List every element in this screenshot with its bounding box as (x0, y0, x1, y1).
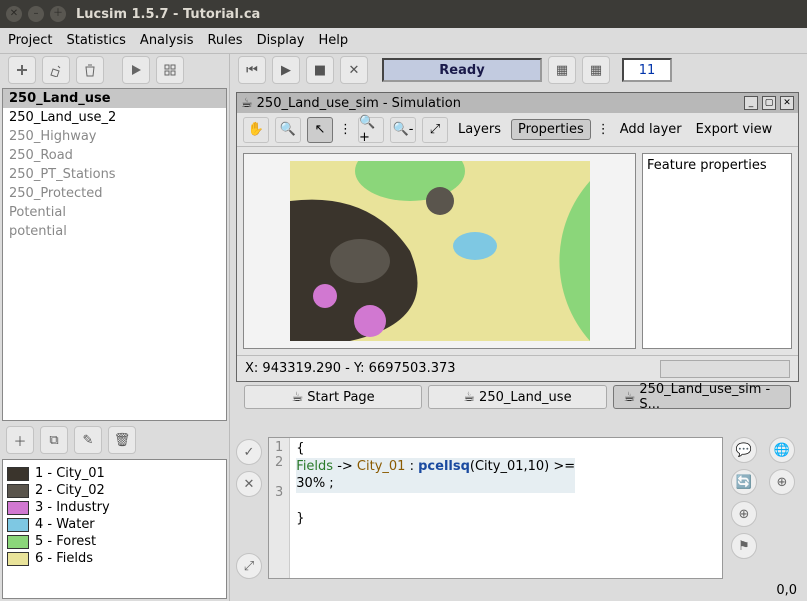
color-swatch (7, 484, 29, 498)
add-button[interactable] (8, 56, 36, 84)
legend-add-button[interactable]: ＋ (6, 426, 34, 454)
legend-item[interactable]: 1 - City_01 (7, 466, 222, 481)
menu-analysis[interactable]: Analysis (140, 33, 194, 48)
accept-button[interactable]: ✓ (236, 439, 262, 465)
legend-item[interactable]: 6 - Fields (7, 551, 222, 566)
layer-item[interactable]: 250_Land_use_2 (3, 108, 226, 127)
map-render (290, 161, 590, 341)
document-tabs: ☕Start Page ☕250_Land_use ☕250_Land_use_… (236, 382, 799, 412)
legend-toolbar: ＋ ⧉ ✎ 🗑 (0, 423, 229, 457)
page-icon: ☕ (292, 390, 304, 405)
main-toolbar: ⏮ ▶ ■ ✕ Ready ▦ ▦ 11 (230, 54, 807, 86)
legend-item[interactable]: 3 - Industry (7, 500, 222, 515)
menu-display[interactable]: Display (257, 33, 305, 48)
window-title: Lucsim 1.5.7 - Tutorial.ca (76, 7, 260, 22)
sim-maximize-button[interactable]: ▢ (762, 96, 776, 110)
filter-button[interactable]: ⚑ (731, 533, 757, 559)
status-field (660, 360, 790, 378)
feature-properties-title: Feature properties (647, 158, 787, 173)
window-minimize-button[interactable]: – (28, 6, 44, 22)
tab-land-use[interactable]: ☕250_Land_use (428, 385, 606, 409)
select-tool-icon[interactable]: ↖ (307, 117, 333, 143)
menu-project[interactable]: Project (8, 33, 52, 48)
grid-button[interactable] (156, 56, 184, 84)
layers-link[interactable]: Layers (454, 122, 505, 137)
run-button[interactable] (122, 56, 150, 84)
color-swatch (7, 467, 29, 481)
coordinates-readout: X: 943319.290 - Y: 6697503.373 (245, 361, 456, 376)
layer-item[interactable]: 250_Highway (3, 127, 226, 146)
page-icon: ☕ (463, 390, 475, 405)
legend-panel: 1 - City_01 2 - City_02 3 - Industry 4 -… (2, 459, 227, 599)
color-swatch (7, 518, 29, 532)
layer-item[interactable]: 250_Road (3, 146, 226, 165)
line-gutter: 1 2 3 (269, 438, 290, 578)
status-ready: Ready (382, 58, 542, 82)
cancel-button[interactable]: ✕ (340, 56, 368, 84)
expand-editor-button[interactable]: ⤢ (236, 553, 262, 579)
window-titlebar: ✕ – ＋ Lucsim 1.5.7 - Tutorial.ca (0, 0, 807, 28)
reload-button[interactable]: 🔄 (731, 469, 757, 495)
sim-close-button[interactable]: ✕ (780, 96, 794, 110)
coffee-icon: ☕ (241, 96, 253, 111)
add-layer-link[interactable]: Add layer (616, 122, 686, 137)
globe-target-button[interactable]: ⊕ (769, 469, 795, 495)
simulation-window: ☕ 250_Land_use_sim - Simulation _ ▢ ✕ ✋ … (236, 92, 799, 382)
comment-button[interactable]: 💬 (731, 437, 757, 463)
globe-button[interactable]: 🌐 (769, 437, 795, 463)
map-canvas[interactable] (243, 153, 636, 349)
color-swatch (7, 552, 29, 566)
delete-button[interactable] (76, 56, 104, 84)
export-view-link[interactable]: Export view (692, 122, 777, 137)
window-close-button[interactable]: ✕ (6, 6, 22, 22)
layer-item[interactable]: 250_Protected (3, 184, 226, 203)
legend-duplicate-button[interactable]: ⧉ (40, 426, 68, 454)
layer-item[interactable]: potential (3, 222, 226, 241)
stop-button[interactable]: ■ (306, 56, 334, 84)
target-button[interactable]: ⊕ (731, 501, 757, 527)
window-maximize-button[interactable]: ＋ (50, 6, 66, 22)
edit-button[interactable] (42, 56, 70, 84)
fit-view-icon[interactable]: ⤢ (422, 117, 448, 143)
properties-link[interactable]: Properties (511, 119, 591, 140)
menu-help[interactable]: Help (318, 33, 348, 48)
tab-land-use-sim[interactable]: ☕250_Land_use_sim - S... (613, 385, 791, 409)
play-button[interactable]: ▶ (272, 56, 300, 84)
layers-panel: 250_Land_use 250_Land_use_2 250_Highway … (2, 88, 227, 421)
legend-item[interactable]: 2 - City_02 (7, 483, 222, 498)
legend-item[interactable]: 5 - Forest (7, 534, 222, 549)
layer-item[interactable]: Potential (3, 203, 226, 222)
pan-tool-icon[interactable]: ✋ (243, 117, 269, 143)
page-icon: ☕ (624, 390, 636, 405)
layer-item[interactable]: 250_PT_Stations (3, 165, 226, 184)
cursor-position: 0,0 (776, 583, 797, 601)
zoom-in-icon[interactable]: 🔍+ (358, 117, 384, 143)
code-editor[interactable]: 1 2 3 { Fields -> City_01 : pcellsq(City… (268, 437, 723, 579)
simulation-title: 250_Land_use_sim - Simulation (257, 96, 461, 111)
color-swatch (7, 501, 29, 515)
snap-button-1[interactable]: ▦ (548, 56, 576, 84)
zoom-out-icon[interactable]: 🔍- (390, 117, 416, 143)
simulation-titlebar[interactable]: ☕ 250_Land_use_sim - Simulation _ ▢ ✕ (237, 93, 798, 113)
iteration-counter[interactable]: 11 (622, 58, 672, 82)
snap-button-2[interactable]: ▦ (582, 56, 610, 84)
simulation-toolbar: ✋ 🔍 ↖ ⋮ 🔍+ 🔍- ⤢ Layers Properties ⋮ Add … (237, 113, 798, 147)
left-toolbar (0, 54, 229, 86)
code-editor-area: ✓ ✕ ⤢ 1 2 3 { Fields -> City_01 : pcells… (230, 433, 807, 583)
menu-statistics[interactable]: Statistics (66, 33, 125, 48)
feature-properties-panel: Feature properties (642, 153, 792, 349)
layer-item[interactable]: 250_Land_use (3, 89, 226, 108)
rewind-button[interactable]: ⏮ (238, 56, 266, 84)
legend-delete-button[interactable]: 🗑 (108, 426, 136, 454)
menu-bar: Project Statistics Analysis Rules Displa… (0, 28, 807, 54)
tab-start-page[interactable]: ☕Start Page (244, 385, 422, 409)
legend-edit-button[interactable]: ✎ (74, 426, 102, 454)
zoom-tool-icon[interactable]: 🔍 (275, 117, 301, 143)
legend-item[interactable]: 4 - Water (7, 517, 222, 532)
code-text[interactable]: { Fields -> City_01 : pcellsq(City_01,10… (290, 438, 581, 578)
reject-button[interactable]: ✕ (236, 471, 262, 497)
menu-rules[interactable]: Rules (207, 33, 242, 48)
sim-minimize-button[interactable]: _ (744, 96, 758, 110)
color-swatch (7, 535, 29, 549)
